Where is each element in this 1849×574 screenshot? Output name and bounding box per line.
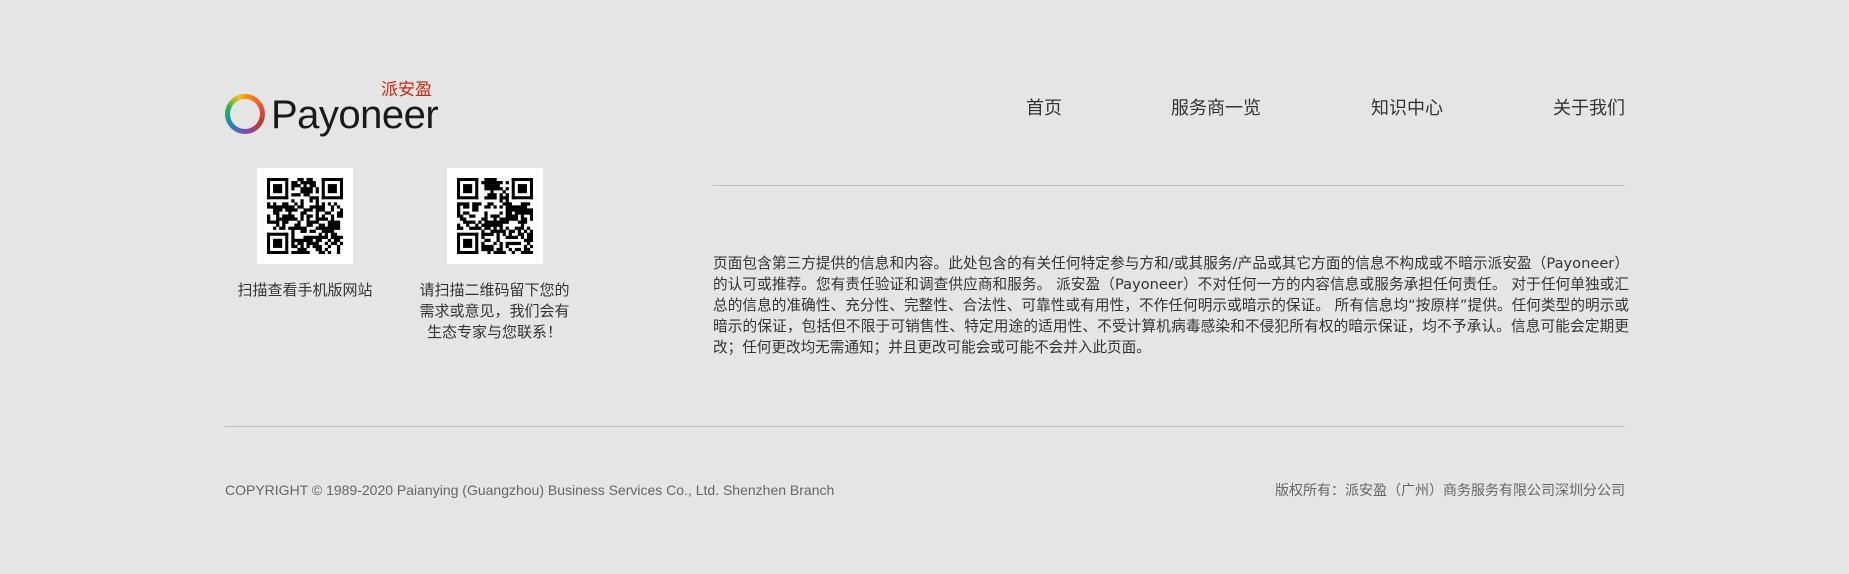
disclaimer-text: 页面包含第三方提供的信息和内容。此处包含的有关任何特定参与方和/或其服务/产品或… xyxy=(713,254,1629,356)
qr-caption: 请扫描二维码留下您的 需求或意见，我们会有 生态专家与您联系！ xyxy=(419,281,570,341)
mobile-site-qr-block: 扫描查看手机版网站 xyxy=(225,168,385,301)
nav-home[interactable]: 首页 xyxy=(1026,97,1062,121)
site-footer: Payoneer 派安盈 首页 服务商一览 知识中心 关于我们 扫描查看手机版网… xyxy=(0,0,1849,574)
qr-code-icon xyxy=(446,168,543,264)
qr-code-icon xyxy=(257,168,353,264)
qr-caption: 扫描查看手机版网站 xyxy=(237,281,373,299)
payoneer-logo[interactable]: Payoneer 派安盈 xyxy=(225,80,455,140)
footer-nav: 首页 服务商一览 知识中心 关于我们 xyxy=(1000,97,1625,123)
nav-providers[interactable]: 服务商一览 xyxy=(1171,97,1261,121)
copyright-text: COPYRIGHT © 1989-2020 Paianying (Guangzh… xyxy=(225,482,835,498)
nav-knowledge-center[interactable]: 知识中心 xyxy=(1371,97,1443,121)
divider xyxy=(713,185,1625,186)
logo-chinese-name: 派安盈 xyxy=(381,80,432,100)
feedback-qr-block: 请扫描二维码留下您的 需求或意见，我们会有 生态专家与您联系！ xyxy=(407,168,582,343)
payoneer-ring-icon xyxy=(225,94,265,134)
rights-text: 版权所有：派安盈（广州）商务服务有限公司深圳分公司 xyxy=(1275,483,1625,499)
nav-about-us[interactable]: 关于我们 xyxy=(1553,97,1625,121)
divider xyxy=(225,426,1625,427)
